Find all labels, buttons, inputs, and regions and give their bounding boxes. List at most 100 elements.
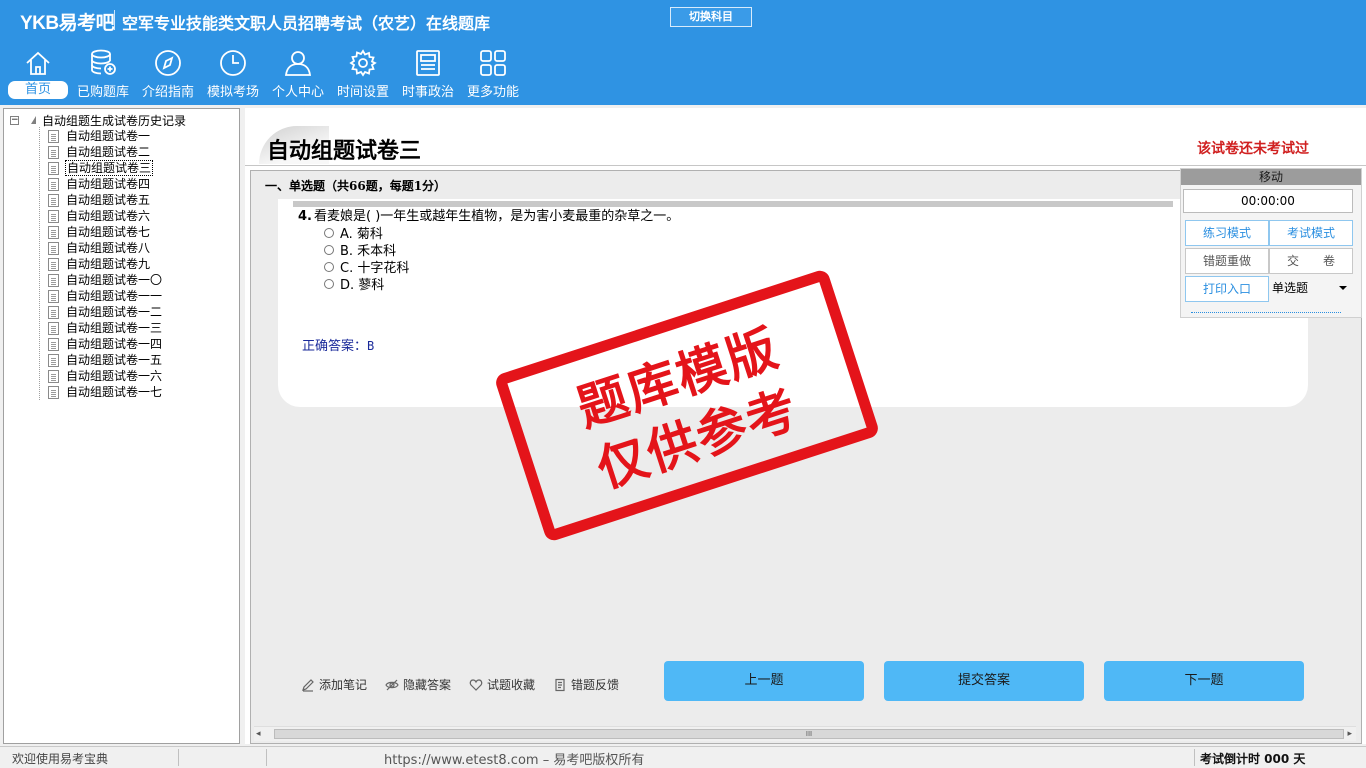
feedback-label: 错题反馈	[571, 678, 620, 692]
tree-item[interactable]: 自动组题试卷四	[48, 176, 163, 192]
tree-connector	[39, 127, 40, 400]
nav-purchased-label: 已购题库	[76, 85, 129, 100]
tree-item[interactable]: 自动组题试卷五	[48, 192, 163, 208]
newspaper-icon	[416, 50, 440, 76]
scroll-left-icon[interactable]: ◂	[256, 729, 261, 739]
tree-item[interactable]: 自动组题试卷七	[48, 224, 163, 240]
radio-icon[interactable]	[324, 227, 334, 238]
user-icon	[284, 51, 312, 76]
tree-item[interactable]: 自动组题试卷一六	[48, 368, 163, 384]
tree-item-label: 自动组题试卷一三	[66, 321, 163, 335]
document-icon	[48, 353, 59, 367]
feedback-icon	[555, 678, 565, 691]
paper-title: 自动组题试卷三	[267, 139, 422, 164]
add-note-tool[interactable]: 添加笔记	[301, 676, 367, 693]
chevron-down-icon	[1339, 286, 1347, 290]
option-a[interactable]: A. 菊科	[324, 224, 383, 242]
section-title: 一、单选题（共66题，每题1分）	[265, 179, 447, 193]
practice-mode-button[interactable]: 练习模式	[1185, 220, 1269, 246]
next-question-button[interactable]: 下一题	[1104, 661, 1304, 701]
document-icon	[48, 305, 59, 319]
tree-item[interactable]: 自动组题试卷一〇	[48, 272, 163, 288]
nav-guide-label: 介绍指南	[141, 85, 194, 100]
tree-item[interactable]: 自动组题试卷一五	[48, 352, 163, 368]
hide-answer-label: 隐藏答案	[403, 678, 452, 692]
scrollbar-thumb[interactable]: III	[274, 729, 1344, 739]
option-b[interactable]: B. 禾本科	[324, 241, 396, 259]
answer-label: 正确答案：	[302, 339, 368, 354]
gear-icon	[349, 49, 377, 77]
nav-mock-exam[interactable]: 模拟考场	[202, 48, 264, 104]
document-icon	[48, 241, 59, 255]
add-note-label: 添加笔记	[319, 678, 368, 692]
paper-header: 自动组题试卷三 该试卷还未考试过	[245, 108, 1366, 166]
question-tools: 添加笔记 隐藏答案 试题收藏 错题反馈	[301, 676, 637, 693]
submit-paper-button[interactable]: 交 卷	[1269, 248, 1353, 274]
prev-question-button[interactable]: 上一题	[664, 661, 864, 701]
panel-bottom-line	[1191, 312, 1341, 313]
question-stem: 看麦娘是( )一年生或越年生植物，是为害小麦最重的杂草之一。	[313, 209, 680, 224]
question-type-select[interactable]: 单选题	[1269, 276, 1353, 300]
tree-item-label: 自动组题试卷一	[66, 129, 151, 143]
nav-purchased[interactable]: 已购题库	[72, 48, 134, 104]
nav-guide[interactable]: 介绍指南	[137, 48, 199, 104]
tree-item[interactable]: 自动组题试卷一四	[48, 336, 163, 352]
exam-mode-button[interactable]: 考试模式	[1269, 220, 1353, 246]
feedback-tool[interactable]: 错题反馈	[553, 676, 619, 693]
redo-wrong-button[interactable]: 错题重做	[1185, 248, 1269, 274]
tree-item[interactable]: 自动组题试卷三	[48, 160, 163, 176]
tree-item[interactable]: 自动组题试卷一二	[48, 304, 163, 320]
tree-item[interactable]: 自动组题试卷九	[48, 256, 163, 272]
nav-more-functions[interactable]: 更多功能	[462, 48, 524, 104]
document-icon	[48, 321, 59, 335]
nav-personal-center-label: 个人中心	[271, 85, 324, 100]
document-icon	[48, 257, 59, 271]
nav-time-settings[interactable]: 时间设置	[332, 48, 394, 104]
document-icon	[48, 337, 59, 351]
tree-item-label: 自动组题试卷七	[66, 225, 151, 239]
tree-item-label: 自动组题试卷一二	[66, 305, 163, 319]
document-icon	[48, 145, 59, 159]
nav-home[interactable]: 首页	[8, 48, 68, 104]
scroll-right-icon[interactable]: ▸	[1347, 729, 1352, 739]
document-icon	[48, 161, 59, 175]
nav-mock-exam-label: 模拟考场	[206, 85, 259, 100]
tree-root[interactable]: − 自动组题生成试卷历史记录	[10, 113, 187, 128]
tree-item-label: 自动组题试卷一五	[66, 353, 163, 367]
favorite-label: 试题收藏	[487, 678, 536, 692]
question-type-value: 单选题	[1272, 281, 1309, 295]
status-divider	[1194, 749, 1195, 766]
tree-item[interactable]: 自动组题试卷一三	[48, 320, 163, 336]
nav-current-affairs[interactable]: 时事政治	[397, 48, 459, 104]
option-d[interactable]: D. 蓼科	[324, 275, 384, 293]
radio-icon[interactable]	[324, 278, 334, 289]
print-entry-button[interactable]: 打印入口	[1185, 276, 1269, 302]
nav-personal-center[interactable]: 个人中心	[267, 48, 329, 104]
title-divider	[114, 10, 115, 30]
switch-subject-button[interactable]: 切换科目	[670, 7, 752, 27]
tree-item-label: 自动组题试卷一七	[66, 385, 163, 399]
document-icon	[48, 129, 59, 143]
tree-item[interactable]: 自动组题试卷一七	[48, 384, 163, 400]
horizontal-scrollbar[interactable]: ◂ III ▸	[254, 726, 1356, 741]
option-c[interactable]: C. 十字花科	[324, 258, 409, 276]
collapse-icon[interactable]: −	[10, 115, 19, 125]
tree-item[interactable]: 自动组题试卷一	[48, 128, 163, 144]
tree-item[interactable]: 自动组题试卷二	[48, 144, 163, 160]
tree-list: 自动组题试卷一 自动组题试卷二 自动组题试卷三 自动组题试卷四 自动组题试卷五 自动组题试…	[48, 128, 163, 400]
tree-item[interactable]: 自动组题试卷八	[48, 240, 163, 256]
tree-item[interactable]: 自动组题试卷六	[48, 208, 163, 224]
favorite-tool[interactable]: 试题收藏	[469, 676, 535, 693]
tree-item-label: 自动组题试卷一一	[66, 289, 163, 303]
submit-answer-button[interactable]: 提交答案	[884, 661, 1084, 701]
move-handle[interactable]: 移动	[1181, 169, 1361, 185]
tree-item[interactable]: 自动组题试卷一一	[48, 288, 163, 304]
tree-root-label: 自动组题生成试卷历史记录	[42, 113, 187, 128]
hide-answer-tool[interactable]: 隐藏答案	[385, 676, 451, 693]
top-header: YKB易考吧 空军专业技能类文职人员招聘考试（农艺）在线题库 切换科目 首页 已…	[0, 0, 1366, 105]
exam-timer: 00:00:00	[1183, 189, 1353, 213]
radio-icon[interactable]	[324, 244, 334, 255]
radio-icon[interactable]	[324, 261, 334, 272]
document-icon	[48, 177, 59, 191]
folder-triangle-icon	[31, 116, 36, 124]
